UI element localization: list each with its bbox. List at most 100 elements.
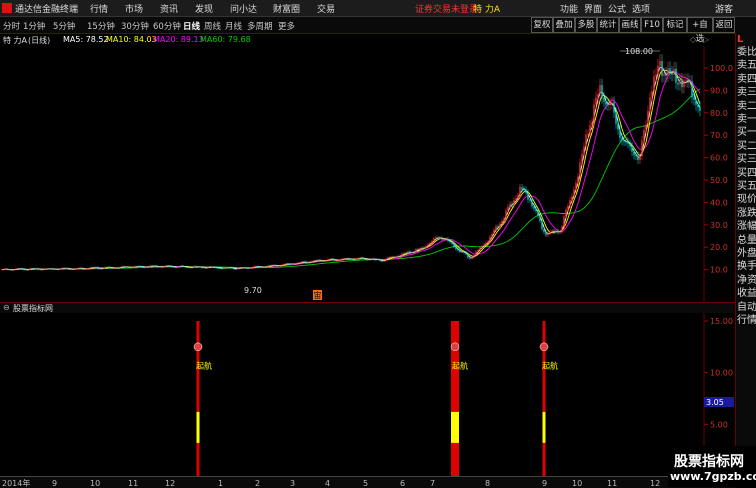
- candle-body: [443, 239, 445, 241]
- side-item[interactable]: 自动: [737, 301, 756, 314]
- high-price-label: 108.00: [625, 47, 653, 56]
- candle-body: [201, 266, 203, 268]
- candle-body: [483, 244, 485, 247]
- statistics-button[interactable]: 统计: [597, 17, 619, 33]
- tab-intraday[interactable]: 分时: [3, 20, 20, 32]
- menu-ask[interactable]: 问小达: [230, 2, 257, 15]
- tab-60min[interactable]: 60分钟: [153, 20, 181, 32]
- ma20-label: MA20: 89.13: [153, 35, 204, 44]
- candle-body: [145, 266, 147, 268]
- menu-wealth[interactable]: 财富圈: [273, 2, 300, 15]
- collapse-icon[interactable]: ◇: [690, 35, 696, 44]
- candle-body: [615, 112, 617, 124]
- candle-body: [651, 91, 653, 98]
- candle-body: [603, 97, 605, 102]
- tab-1min[interactable]: 1分钟: [23, 20, 45, 32]
- menu-trade[interactable]: 交易: [317, 2, 335, 15]
- candle-body: [323, 260, 325, 262]
- draw-line-button[interactable]: 画线: [619, 17, 641, 33]
- candle-body: [411, 252, 413, 254]
- guest-label[interactable]: 游客: [715, 2, 733, 15]
- candle-body: [631, 146, 633, 152]
- tab-monthly[interactable]: 月线: [225, 20, 242, 32]
- menu-interface[interactable]: 界面: [584, 2, 602, 15]
- candle-body: [197, 266, 199, 268]
- candle-body: [379, 259, 381, 261]
- f10-button[interactable]: F10: [641, 17, 663, 33]
- candle-body: [143, 266, 145, 268]
- tab-weekly[interactable]: 周线: [204, 20, 221, 32]
- candle-body: [515, 198, 517, 201]
- tab-more[interactable]: 更多: [278, 20, 295, 32]
- login-status[interactable]: 证券交易未登录: [415, 2, 478, 15]
- candle-body: [545, 232, 547, 236]
- candle-body: [605, 101, 607, 105]
- candle-body: [243, 267, 245, 269]
- candle-body: [255, 266, 257, 268]
- candle-body: [83, 269, 85, 271]
- candle-body: [583, 146, 585, 154]
- tab-30min[interactable]: 30分钟: [121, 20, 149, 32]
- side-item: 卖五: [737, 60, 756, 72]
- candle-body: [305, 261, 307, 264]
- candle-body: [595, 97, 597, 105]
- menu-bar: 通达信金融终端 行情 市场 资讯 发现 问小达 财富圈 交易 证券交易未登录 特…: [0, 0, 756, 17]
- signal-dot: [450, 342, 460, 352]
- candle-body: [637, 155, 639, 160]
- side-item[interactable]: 行情: [737, 314, 756, 327]
- price-tick-label: 10.0: [710, 266, 728, 275]
- candle-body: [241, 267, 243, 269]
- menu-quotes[interactable]: 行情: [90, 2, 108, 15]
- candle-body: [521, 187, 523, 190]
- tab-daily[interactable]: 日线: [183, 20, 200, 32]
- candle-body: [279, 265, 281, 267]
- candle-body: [93, 267, 95, 269]
- candle-body: [125, 266, 127, 268]
- candle-body: [1, 269, 3, 271]
- menu-formula[interactable]: 公式: [608, 2, 626, 15]
- tab-multi-period[interactable]: 多周期: [247, 20, 273, 32]
- candle-body: [507, 206, 509, 211]
- candle-body: [175, 267, 177, 268]
- candle-body: [503, 218, 505, 221]
- candle-body: [27, 269, 29, 271]
- menu-discover[interactable]: 发现: [195, 2, 213, 15]
- candle-body: [497, 226, 499, 228]
- add-watchlist-button[interactable]: +自选: [687, 17, 713, 44]
- side-item: 外盘: [737, 248, 756, 259]
- candle-body: [565, 209, 567, 217]
- candle-body: [517, 195, 519, 199]
- menu-news[interactable]: 资讯: [160, 2, 178, 15]
- candle-body: [375, 259, 377, 261]
- candle-body: [557, 230, 559, 233]
- mark-button[interactable]: 标记: [663, 17, 687, 33]
- candle-body: [101, 268, 103, 270]
- tab-15min[interactable]: 15分钟: [87, 20, 115, 32]
- candle-body: [321, 260, 323, 262]
- candle-body: [671, 72, 673, 75]
- candle-body: [451, 242, 453, 244]
- signal-dot: [539, 342, 549, 352]
- kline-chart[interactable]: 100.0 90.0 80.0 70.0 60.0 50.0 40.0 30.0 20.0 10.…: [0, 46, 735, 302]
- indicator-chart[interactable]: 15.0010.005.000.00 起航起航起航 3.05: [0, 313, 735, 476]
- tab-5min[interactable]: 5分钟: [53, 20, 75, 32]
- candle-body: [441, 237, 443, 240]
- menu-options[interactable]: 选项: [632, 2, 650, 15]
- candle-body: [57, 269, 59, 271]
- candle-body: [11, 269, 13, 271]
- stock-name: 特 力A: [3, 36, 28, 45]
- candle-body: [555, 230, 557, 233]
- candle-body: [331, 258, 333, 260]
- adjust-button[interactable]: 复权: [531, 17, 553, 33]
- menu-market[interactable]: 市场: [125, 2, 143, 15]
- back-button[interactable]: 返回: [713, 17, 735, 33]
- candle-body: [457, 249, 459, 251]
- candle-body: [501, 220, 503, 224]
- candle-body: [687, 79, 689, 82]
- menu-function[interactable]: 功能: [560, 2, 578, 15]
- expand-icon[interactable]: ▷: [703, 35, 709, 44]
- indicator-collapse-icon[interactable]: ⊖: [3, 303, 10, 312]
- candle-body: [349, 258, 351, 260]
- overlay-button[interactable]: 叠加: [553, 17, 575, 33]
- multi-stock-button[interactable]: 多股: [575, 17, 597, 33]
